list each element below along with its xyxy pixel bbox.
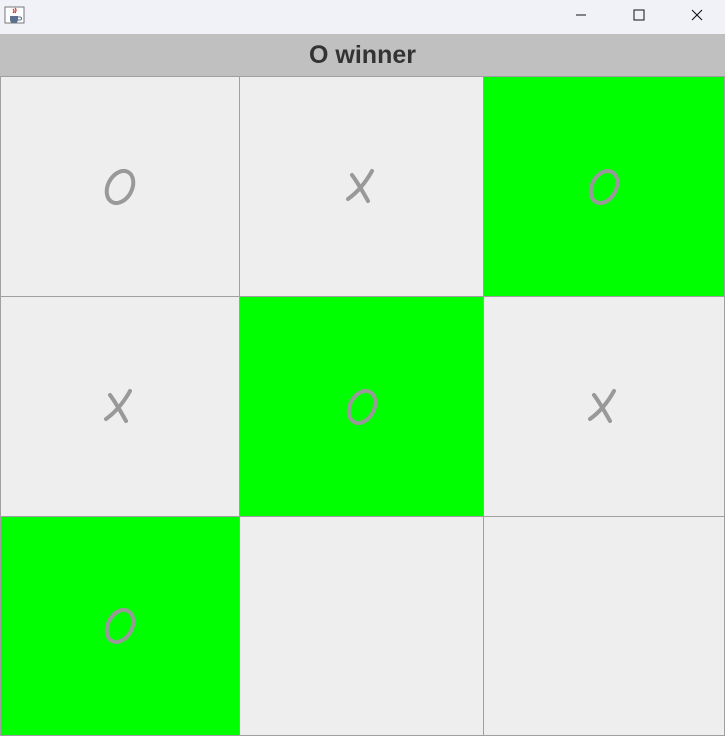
window-titlebar[interactable] [0,0,725,34]
o-mark [92,159,148,215]
x-mark-icon [588,388,616,423]
minimize-icon [576,14,586,16]
empty-mark [576,598,632,654]
o-mark-icon [104,607,136,645]
o-mark-icon [346,388,377,425]
board-cell[interactable] [239,76,484,297]
game-board [0,76,725,736]
x-mark-icon [104,388,132,423]
board-cell[interactable] [0,516,240,736]
x-mark [334,159,390,215]
java-coffee-cup-icon [4,6,25,24]
board-cell[interactable] [239,516,484,736]
empty-mark [334,598,390,654]
close-button[interactable] [668,0,725,30]
board-cell[interactable] [239,296,484,517]
status-text: O winner [309,40,416,69]
o-mark [92,598,148,654]
minimize-button[interactable] [552,0,610,30]
o-mark [334,379,390,435]
board-cell[interactable] [0,296,240,517]
board-cell[interactable] [483,76,725,297]
status-bar: O winner [0,34,725,76]
close-icon [691,9,703,21]
maximize-button[interactable] [610,0,668,30]
board-cell[interactable] [0,76,240,297]
o-mark-icon [588,168,620,205]
board-cell[interactable] [483,516,725,736]
x-mark [92,379,148,435]
o-mark-icon [104,168,136,205]
maximize-icon [633,9,645,21]
x-mark-icon [345,168,374,203]
x-mark [576,379,632,435]
o-mark [576,159,632,215]
board-cell[interactable] [483,296,725,517]
